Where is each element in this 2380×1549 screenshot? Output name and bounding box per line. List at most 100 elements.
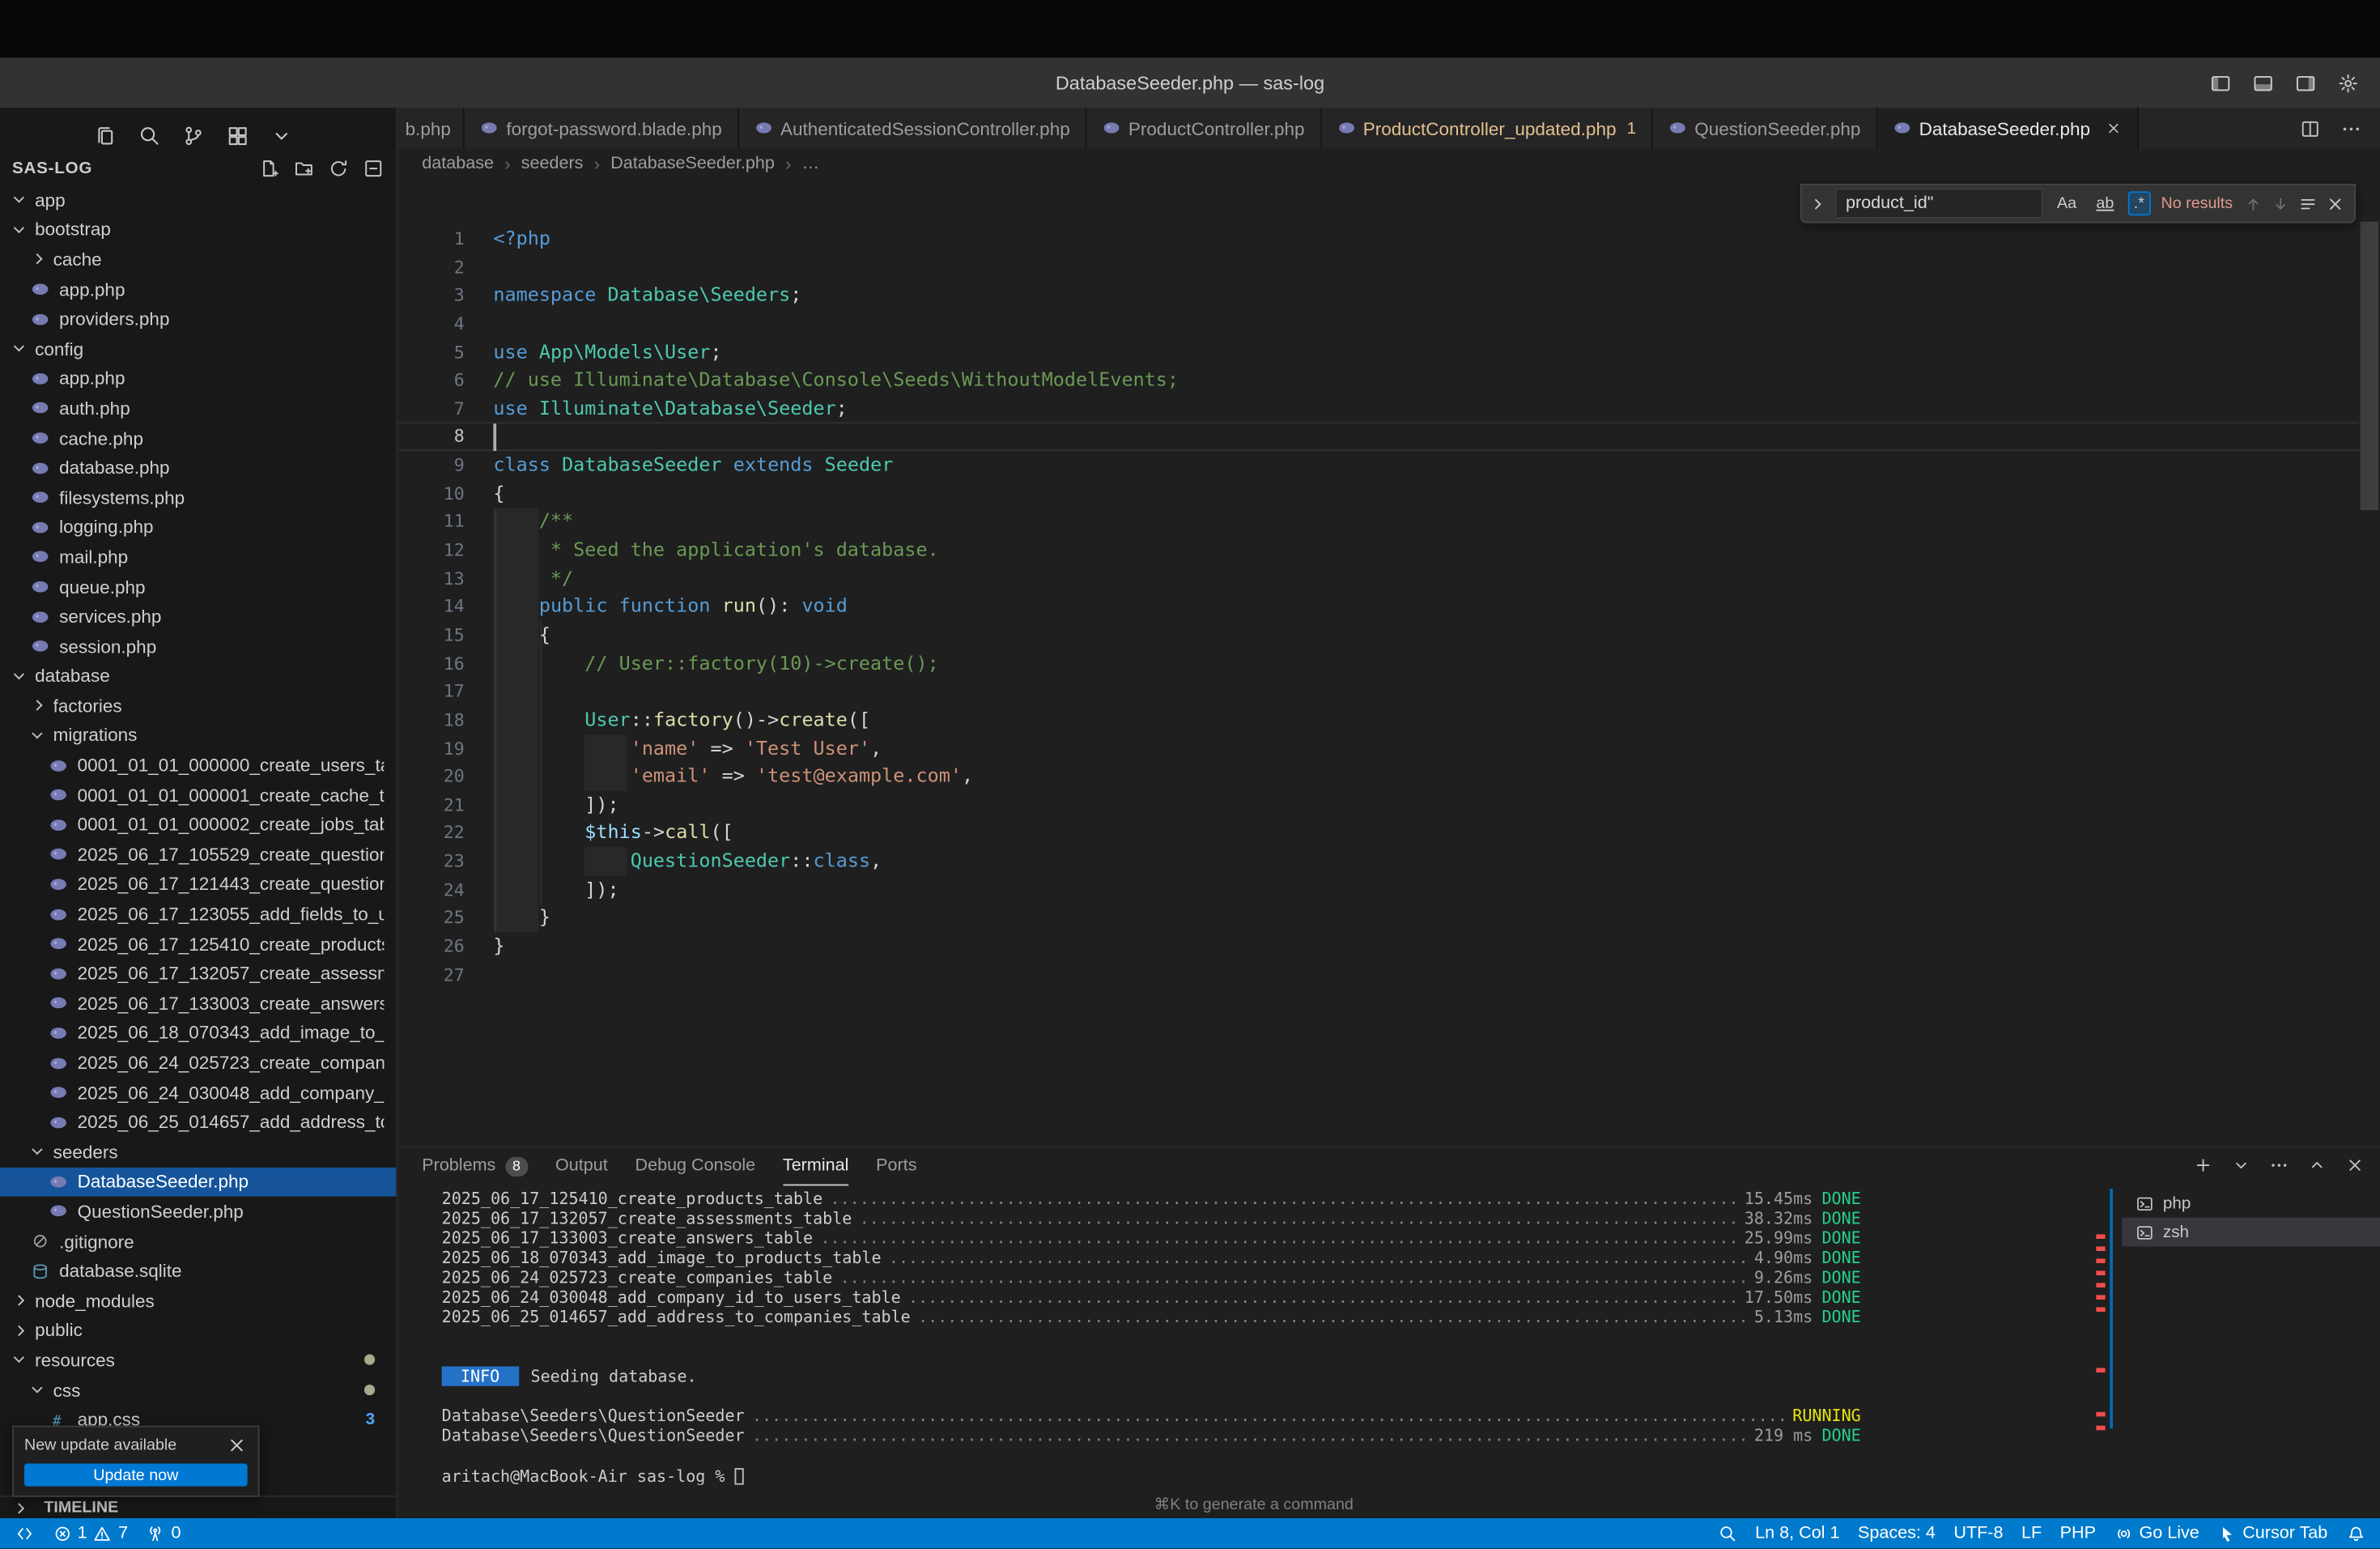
close-icon[interactable] (2106, 120, 2123, 137)
breadcrumb-item-symbol[interactable]: … (802, 155, 820, 173)
tree-item-database-sqlite[interactable]: database.sqlite (0, 1256, 396, 1286)
chevron-down-icon[interactable] (2231, 1155, 2250, 1175)
tree-item-factories[interactable]: factories (0, 691, 396, 721)
tree-item-database-php[interactable]: database.php (0, 453, 396, 483)
code-line-11[interactable]: 11 /** (397, 508, 2359, 536)
code-editor[interactable]: 1<?php23namespace Database\Seeders;45use… (397, 179, 2380, 1146)
match-case-toggle[interactable]: Aa (2051, 191, 2082, 215)
code-line-17[interactable]: 17 (397, 678, 2359, 706)
tree-item-databaseseeder-php[interactable]: DatabaseSeeder.php (0, 1167, 396, 1197)
tree-item-cache[interactable]: cache (0, 245, 396, 274)
tree-item-config[interactable]: config (0, 334, 396, 364)
find-input[interactable]: product_id" (1835, 189, 2043, 219)
terminal-output[interactable]: 2025_06_17_125410_create_products_table.… (442, 1189, 1899, 1491)
find-expand-icon[interactable] (1808, 194, 1827, 213)
tree-item-auth-php[interactable]: auth.php (0, 394, 396, 423)
tree-item-node-modules[interactable]: node_modules (0, 1286, 396, 1316)
close-icon[interactable] (2326, 194, 2345, 213)
tree-item-services-php[interactable]: services.php (0, 602, 396, 632)
tree-item-seeders[interactable]: seeders (0, 1137, 396, 1167)
status-notifications[interactable] (2337, 1518, 2374, 1549)
tree-item-app[interactable]: app (0, 185, 396, 215)
tree-item-0001-01-01-000002-create-jobs-tab[interactable]: 0001_01_01_000002_create_jobs_tab... (0, 810, 396, 840)
tree-item-mail-php[interactable]: mail.php (0, 543, 396, 572)
tree-item-app-php[interactable]: app.php (0, 364, 396, 394)
breadcrumb-item-databaseseeder-php[interactable]: DatabaseSeeder.php (610, 155, 775, 173)
tree-item-app-php[interactable]: app.php (0, 274, 396, 304)
tree-item-questionseeder-php[interactable]: QuestionSeeder.php (0, 1197, 396, 1227)
code-line-5[interactable]: 5use App\Models\User; (397, 338, 2359, 366)
tab-productcontroller-php[interactable]: ProductController.php (1086, 108, 1321, 149)
tab-questionseeder-php[interactable]: QuestionSeeder.php (1653, 108, 1877, 149)
layout-bottom-icon[interactable] (2253, 72, 2274, 93)
code-line-4[interactable]: 4 (397, 309, 2359, 338)
more-actions-icon[interactable] (2269, 1155, 2289, 1175)
code-line-15[interactable]: 15 { (397, 621, 2359, 649)
tree-item-providers-php[interactable]: providers.php (0, 304, 396, 334)
tree-item-2025-06-17-132057-create-assessme[interactable]: 2025_06_17_132057_create_assessme... (0, 959, 396, 989)
tree-item-queue-php[interactable]: queue.php (0, 572, 396, 602)
search-icon[interactable] (138, 124, 161, 147)
terminal-prompt[interactable]: aritach@MacBook-Air sas-log % (442, 1465, 1861, 1484)
breadcrumb-item-database[interactable]: database (422, 155, 494, 173)
panel-sash[interactable] (2110, 1189, 2113, 1428)
code-line-26[interactable]: 26} (397, 932, 2359, 960)
code-line-21[interactable]: 21 ]); (397, 791, 2359, 819)
next-match-icon[interactable] (2271, 194, 2290, 213)
tree-item-2025-06-18-070343-add-image-to[interactable]: 2025_06_18_070343_add_image_to_... (0, 1018, 396, 1048)
status-remote-indicator[interactable] (6, 1518, 44, 1549)
tree-item-logging-php[interactable]: logging.php (0, 513, 396, 543)
tree-item-migrations[interactable]: migrations (0, 721, 396, 751)
gear-icon[interactable] (2338, 72, 2359, 93)
tree-item-database[interactable]: database (0, 662, 396, 692)
breadcrumb-item-seeders[interactable]: seeders (521, 155, 584, 173)
plus-icon[interactable] (2193, 1155, 2212, 1175)
regex-toggle[interactable]: .* (2127, 191, 2150, 215)
tree-item-resources[interactable]: resources (0, 1346, 396, 1376)
previous-match-icon[interactable] (2243, 194, 2263, 213)
code-line-25[interactable]: 25 } (397, 904, 2359, 932)
status-encoding[interactable]: UTF-8 (1944, 1518, 2012, 1549)
tree-item-cache-php[interactable]: cache.php (0, 423, 396, 453)
more-actions-icon[interactable] (2340, 117, 2361, 138)
tab-authenticatedsessioncontroller-php[interactable]: AuthenticatedSessionController.php (738, 108, 1086, 149)
chevron-up-icon[interactable] (2307, 1155, 2327, 1175)
code-line-19[interactable]: 19 'name' => 'Test User', (397, 734, 2359, 763)
code-line-22[interactable]: 22 $this->call([ (397, 819, 2359, 847)
layout-left-icon[interactable] (2210, 72, 2231, 93)
tree-item-2025-06-25-014657-add-address-to[interactable]: 2025_06_25_014657_add_address_to... (0, 1108, 396, 1138)
code-line-13[interactable]: 13 */ (397, 564, 2359, 593)
tab-forgot-password-blade-php[interactable]: forgot-password.blade.php (465, 108, 739, 149)
tree-item-2025-06-17-121443-create-questions[interactable]: 2025_06_17_121443_create_questions... (0, 870, 396, 900)
close-icon[interactable] (226, 1435, 247, 1456)
code-line-1[interactable]: 1<?php (397, 225, 2359, 253)
source-control-icon[interactable] (182, 124, 205, 147)
tree-item-bootstrap[interactable]: bootstrap (0, 215, 396, 245)
status-search[interactable] (1709, 1518, 1746, 1549)
panel-tab-debug-console[interactable]: Debug Console (635, 1148, 756, 1186)
tab-databaseseeder-php[interactable]: DatabaseSeeder.php (1877, 108, 2139, 149)
status-ports[interactable]: 0 (137, 1518, 189, 1549)
refresh-icon[interactable] (328, 158, 349, 179)
extensions-icon[interactable] (226, 124, 249, 147)
code-line-20[interactable]: 20 'email' => 'test@example.com', (397, 763, 2359, 791)
tree-item-0001-01-01-000001-create-cache-ta[interactable]: 0001_01_01_000001_create_cache_ta... (0, 781, 396, 811)
status-problems[interactable]: 17 (43, 1518, 137, 1549)
split-editor-icon[interactable] (2300, 117, 2321, 138)
tree-item-2025-06-24-030048-add-company[interactable]: 2025_06_24_030048_add_company_... (0, 1078, 396, 1108)
panel-tab-terminal[interactable]: Terminal (783, 1148, 849, 1186)
status-eol[interactable]: LF (2012, 1518, 2051, 1549)
tree-item-2025-06-17-123055-add-fields-to-u[interactable]: 2025_06_17_123055_add_fields_to_u... (0, 899, 396, 929)
code-line-8[interactable]: 8 (397, 423, 2359, 451)
tab-productcontroller-updated-php[interactable]: ProductController_updated.php1 (1321, 108, 1653, 149)
code-line-2[interactable]: 2 (397, 253, 2359, 281)
status-go-live[interactable]: Go Live (2105, 1518, 2208, 1549)
scrollbar-thumb[interactable] (2361, 222, 2379, 510)
whole-word-toggle[interactable]: ab (2090, 191, 2120, 215)
code-line-14[interactable]: 14 public function run(): void (397, 593, 2359, 621)
code-line-12[interactable]: 12 * Seed the application's database. (397, 536, 2359, 564)
timeline-section[interactable]: TIMELINE (0, 1496, 396, 1518)
code-line-6[interactable]: 6// use Illuminate\Database\Console\Seed… (397, 366, 2359, 394)
status-indentation[interactable]: Spaces: 4 (1849, 1518, 1944, 1549)
tree-item-2025-06-17-125410-create-products[interactable]: 2025_06_17_125410_create_products... (0, 929, 396, 959)
